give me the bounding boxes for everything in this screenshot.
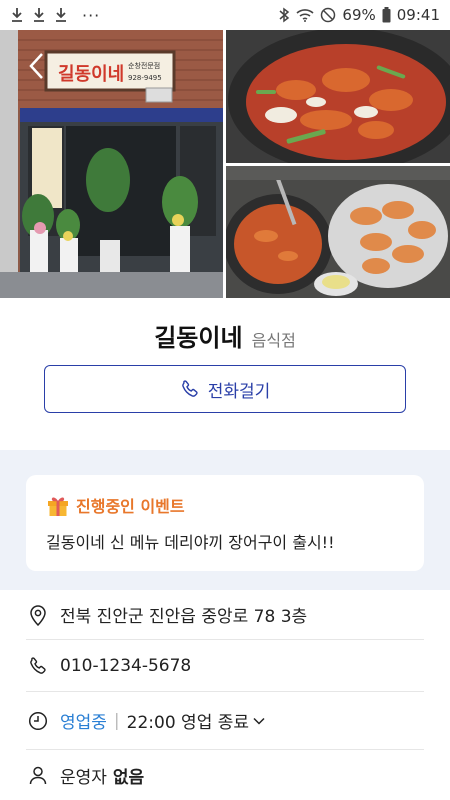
address-row[interactable]: 전북 진안군 진안읍 중앙로 78 3층 (26, 590, 424, 640)
event-card[interactable]: 진행중인 이벤트 길동이네 신 메뉴 데리야끼 장어구이 출시!! (26, 475, 424, 571)
food-photo-squid[interactable] (226, 30, 450, 163)
more-notifications-icon: ··· (82, 5, 101, 25)
event-header: 진행중인 이벤트 (46, 493, 404, 517)
call-button-label: 전화걸기 (207, 381, 271, 402)
wifi-icon (296, 8, 314, 22)
divider: | (113, 710, 120, 731)
battery-icon (382, 7, 391, 23)
address-text: 전북 진안군 진안읍 중앙로 78 3층 (60, 607, 308, 627)
location-pin-icon (26, 604, 50, 626)
clock: 09:41 (396, 6, 440, 24)
event-text: 길동이네 신 메뉴 데리야끼 장어구이 출시!! (46, 533, 335, 552)
open-status: 영업중 (60, 713, 107, 733)
store-category: 음식점 (251, 331, 296, 350)
clock-icon (26, 711, 50, 731)
download-icon (32, 7, 46, 23)
hours-row[interactable]: 영업중 | 22:00 영업 종료 (26, 692, 424, 750)
photo-gallery[interactable]: 길동이네 순창전문점 928-9495 (0, 30, 450, 298)
bluetooth-icon (278, 7, 290, 23)
event-title: 진행중인 이벤트 (76, 497, 185, 516)
chevron-down-icon[interactable] (253, 717, 265, 725)
store-info-list: 전북 진안군 진안읍 중앙로 78 3층 010-1234-5678 영업중 |… (26, 590, 424, 800)
download-icon (54, 7, 68, 23)
status-left: ··· (10, 6, 100, 25)
gift-icon (46, 493, 70, 517)
phone-number: 010-1234-5678 (60, 655, 192, 676)
sign-text: 길동이네 (58, 63, 124, 85)
event-section: 진행중인 이벤트 길동이네 신 메뉴 데리야끼 장어구이 출시!! (0, 450, 450, 590)
download-icon (10, 7, 24, 23)
status-right: 69% 09:41 (278, 6, 440, 24)
owner-row: 운영자 없음 (26, 750, 424, 800)
back-button[interactable] (24, 48, 52, 84)
sign-phone: 928-9495 (128, 74, 162, 82)
store-name: 길동이네 (154, 324, 243, 352)
phone-row[interactable]: 010-1234-5678 (26, 640, 424, 692)
store-title-row: 길동이네 음식점 (0, 318, 450, 353)
person-icon (26, 765, 50, 785)
sign-sub: 순창전문점 (128, 61, 160, 70)
close-time: 22:00 영업 종료 (126, 713, 250, 733)
food-photo-shrimp[interactable] (226, 166, 450, 298)
call-button[interactable]: 전화걸기 (44, 365, 406, 413)
phone-icon (180, 379, 200, 399)
phone-icon (26, 656, 50, 676)
owner-label: 운영자 (60, 767, 107, 788)
chevron-left-icon (29, 53, 43, 79)
battery-percentage: 69% (342, 6, 376, 24)
do-not-disturb-icon (320, 7, 336, 23)
status-bar: ··· 69% 09:41 (0, 0, 450, 30)
owner-value: 없음 (112, 767, 145, 788)
